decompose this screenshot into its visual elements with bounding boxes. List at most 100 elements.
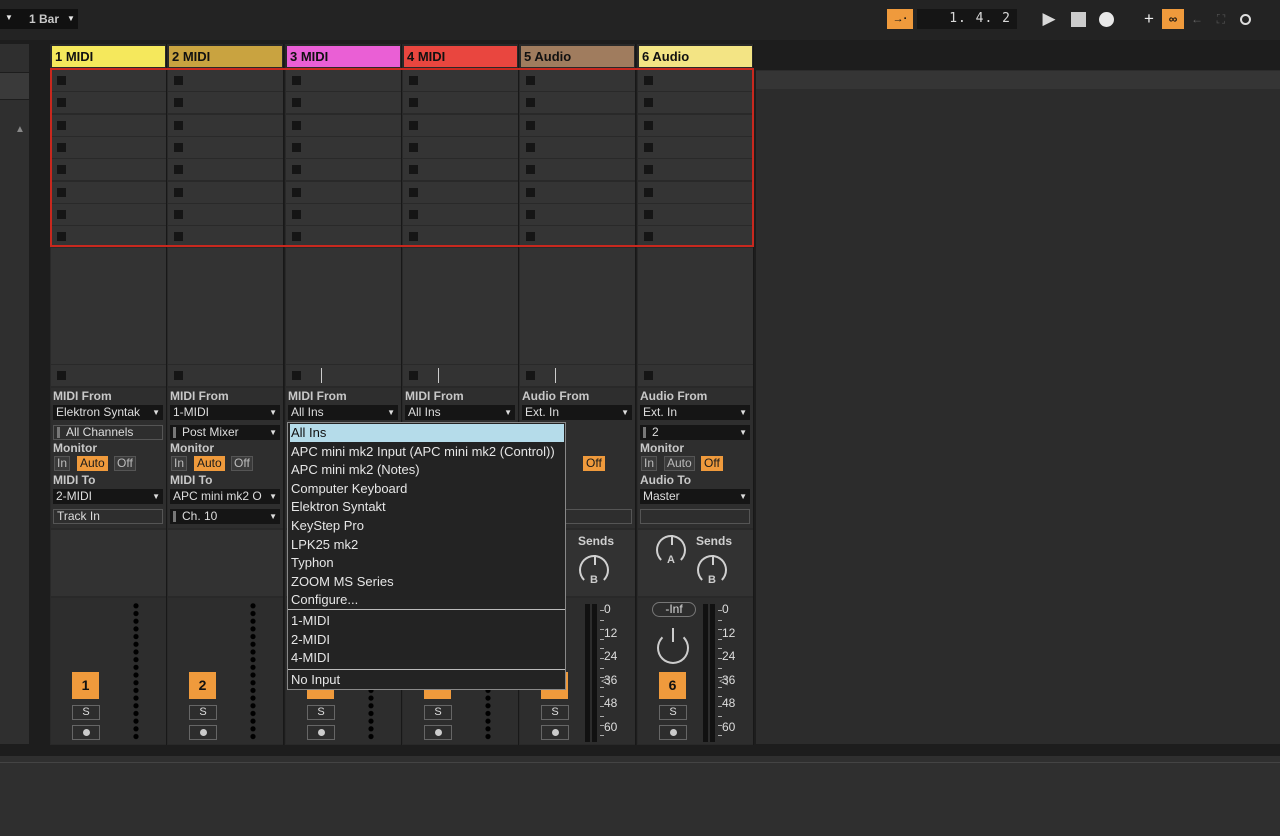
clip-slot[interactable] (51, 114, 166, 136)
menu-item-no-input[interactable]: No Input (290, 671, 564, 689)
output-type-dropdown[interactable]: APC mini mk2 O ▼ (170, 489, 280, 504)
input-type-dropdown[interactable]: Elektron Syntak ▼ (53, 405, 163, 420)
arm-button[interactable] (189, 725, 217, 740)
clip-slot[interactable] (520, 114, 635, 136)
clip-slot[interactable] (286, 92, 401, 114)
stop-icon[interactable] (526, 209, 535, 219)
menu-item[interactable]: LPK25 mk2 (290, 536, 564, 554)
empty-clip-area[interactable] (168, 248, 283, 364)
clip-slot[interactable] (286, 159, 401, 181)
track-stop-row[interactable] (403, 365, 518, 386)
stop-icon[interactable] (174, 209, 183, 219)
solo-button[interactable]: S (307, 705, 335, 720)
stop-icon[interactable] (174, 187, 183, 197)
clip-slot[interactable] (51, 203, 166, 225)
stop-icon[interactable] (174, 76, 183, 85)
stop-icon[interactable] (644, 142, 653, 152)
clip-slot[interactable] (520, 159, 635, 181)
song-position[interactable]: 1. 4. 2 (917, 9, 1017, 29)
input-type-dropdown[interactable]: All Ins ▼ (288, 405, 398, 420)
clip-slot[interactable] (403, 159, 518, 181)
input-type-dropdown[interactable]: 1-MIDI ▼ (170, 405, 280, 420)
stop-button[interactable] (1067, 9, 1089, 29)
stop-icon[interactable] (57, 209, 66, 219)
clip-slot[interactable] (520, 181, 635, 203)
stop-icon[interactable] (292, 120, 301, 130)
empty-clip-area[interactable] (520, 248, 635, 364)
stop-icon[interactable] (57, 187, 66, 197)
stop-icon[interactable] (526, 142, 535, 152)
stop-icon[interactable] (644, 76, 653, 85)
menu-item[interactable]: 1-MIDI (290, 612, 564, 630)
stop-icon[interactable] (644, 209, 653, 219)
monitor-off-button[interactable]: Off (114, 456, 136, 471)
clip-slot[interactable] (403, 92, 518, 114)
stop-icon[interactable] (526, 165, 535, 175)
capture-button[interactable]: ⛶ (1210, 9, 1232, 29)
volume-field[interactable]: -Inf (652, 602, 696, 617)
track-stop-row[interactable] (51, 365, 166, 386)
input-type-dropdown[interactable]: Ext. In ▼ (522, 405, 632, 420)
track-activator-button[interactable]: 1 (72, 672, 99, 699)
menu-item[interactable]: 2-MIDI (290, 631, 564, 649)
stop-icon[interactable] (644, 98, 653, 108)
stop-icon[interactable] (644, 120, 653, 130)
track-title[interactable]: 1 MIDI (52, 46, 165, 67)
menu-item[interactable]: KeyStep Pro (290, 517, 564, 535)
stop-icon[interactable] (292, 371, 301, 380)
stop-icon[interactable] (526, 232, 535, 242)
clip-slot[interactable] (286, 181, 401, 203)
stop-icon[interactable] (174, 232, 183, 242)
track-activator-button[interactable]: 2 (189, 672, 216, 699)
stop-icon[interactable] (174, 120, 183, 130)
clip-slot[interactable] (638, 181, 753, 203)
clip-slot[interactable] (638, 136, 753, 158)
stop-icon[interactable] (57, 98, 66, 108)
clip-slot[interactable] (286, 226, 401, 248)
stop-icon[interactable] (292, 142, 301, 152)
monitor-in-button[interactable]: In (641, 456, 658, 471)
scroll-up-icon[interactable]: ▲ (15, 124, 25, 135)
automation-arm-button[interactable]: ∞ (1162, 9, 1184, 29)
stop-icon[interactable] (409, 209, 418, 219)
stop-icon[interactable] (409, 371, 418, 380)
input-type-menu[interactable]: All Ins APC mini mk2 Input (APC mini mk2 … (287, 422, 566, 690)
solo-button[interactable]: S (424, 705, 452, 720)
monitor-auto-button[interactable]: Auto (664, 456, 695, 471)
clip-slot[interactable] (638, 226, 753, 248)
track-title[interactable]: 3 MIDI (287, 46, 400, 67)
solo-button[interactable]: S (72, 705, 100, 720)
clip-slot[interactable] (286, 203, 401, 225)
menu-item[interactable]: 4-MIDI (290, 649, 564, 667)
stop-icon[interactable] (174, 165, 183, 175)
clip-slot[interactable] (168, 159, 283, 181)
monitor-off-button[interactable]: Off (701, 456, 723, 471)
empty-clip-area[interactable] (51, 248, 166, 364)
input-channel-dropdown[interactable]: 2 ▼ (640, 425, 750, 440)
solo-button[interactable]: S (189, 705, 217, 720)
arm-button[interactable] (424, 725, 452, 740)
output-channel-dropdown[interactable] (640, 509, 750, 524)
stop-icon[interactable] (292, 76, 301, 85)
menu-item[interactable]: All Ins (290, 424, 564, 442)
input-channel-dropdown[interactable]: All Channels (53, 425, 163, 440)
stop-icon[interactable] (526, 76, 535, 85)
input-channel-dropdown[interactable]: Post Mixer ▼ (170, 425, 280, 440)
clip-slot[interactable] (403, 114, 518, 136)
stop-icon[interactable] (174, 142, 183, 152)
output-type-dropdown[interactable]: 2-MIDI ▼ (53, 489, 163, 504)
empty-clip-area[interactable] (638, 248, 753, 364)
menu-item[interactable]: APC mini mk2 (Notes) (290, 461, 564, 479)
send-a-knob[interactable]: A (656, 535, 686, 566)
clip-slot[interactable] (520, 136, 635, 158)
stop-icon[interactable] (57, 232, 66, 242)
empty-clip-area[interactable] (286, 248, 401, 364)
empty-track-area[interactable] (756, 70, 1280, 744)
stop-icon[interactable] (409, 120, 418, 130)
send-b-knob[interactable]: B (697, 555, 727, 586)
menu-item[interactable]: Elektron Syntakt (290, 498, 564, 516)
menu-item[interactable]: ZOOM MS Series (290, 573, 564, 591)
clip-slot[interactable] (520, 70, 635, 91)
clip-slot[interactable] (638, 114, 753, 136)
clip-slot[interactable] (168, 70, 283, 91)
